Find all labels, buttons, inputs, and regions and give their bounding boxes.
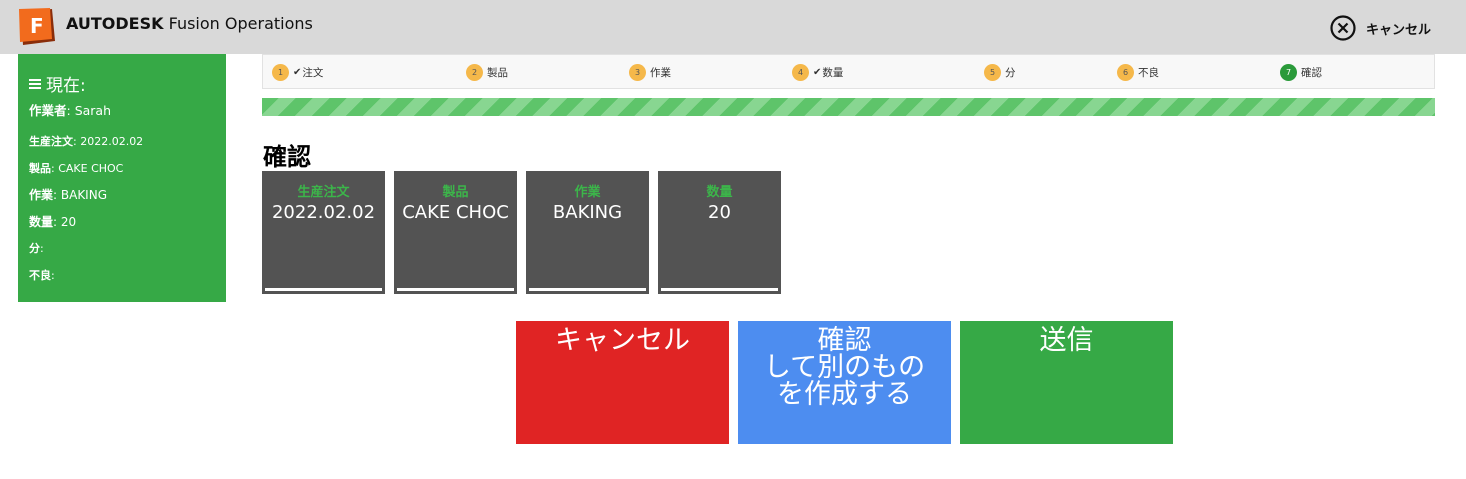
step-number: 1 xyxy=(272,64,289,81)
panel-title-text: 現在: xyxy=(46,76,86,96)
status-row-product: 製品: CAKE CHOC xyxy=(29,162,124,175)
step-label: 確認 xyxy=(1301,67,1322,79)
panel-title: 現在: xyxy=(29,71,86,96)
brand-product: Fusion Operations xyxy=(168,14,313,33)
submit-button-label: 送信 xyxy=(1039,325,1094,356)
top-bar: F AUTODESK Fusion Operations キャンセル xyxy=(0,0,1466,54)
close-circle-icon xyxy=(1330,15,1356,41)
step-number: 6 xyxy=(1117,64,1134,81)
header-cancel-label: キャンセル xyxy=(1366,22,1432,38)
checkmark-icon: ✔ xyxy=(813,67,822,78)
summary-card-product: 製品 CAKE CHOC xyxy=(394,171,517,294)
cancel-button[interactable]: キャンセル xyxy=(516,321,729,444)
current-status-panel: 現在: 作業者: Sarah 生産注文: 2022.02.02 製品: CAKE… xyxy=(18,54,226,302)
brand-autodesk: AUTODESK xyxy=(66,14,164,33)
checkmark-icon: ✔ xyxy=(293,67,302,78)
fusion-logo-icon: F xyxy=(19,8,55,45)
page-title: 確認 xyxy=(263,143,311,171)
status-key: 不良 xyxy=(29,269,51,282)
status-key: 製品 xyxy=(29,162,51,175)
status-key: 分 xyxy=(29,242,40,255)
card-value: CAKE CHOC xyxy=(402,202,509,223)
confirm-button-line3: を作成する xyxy=(777,379,912,410)
step-product[interactable]: 2 製品 xyxy=(466,64,508,81)
submit-button[interactable]: 送信 xyxy=(960,321,1173,444)
card-value: BAKING xyxy=(552,202,623,223)
progress-bar xyxy=(262,98,1435,116)
status-row-operator: 作業者: Sarah xyxy=(29,103,112,118)
summary-card-order: 生産注文 2022.02.02 xyxy=(262,171,385,294)
card-underline xyxy=(529,288,646,291)
card-value: 2022.02.02 xyxy=(271,202,376,223)
status-key: 数量 xyxy=(29,215,54,229)
step-operation[interactable]: 3 作業 xyxy=(629,64,671,81)
step-number: 7 xyxy=(1280,64,1297,81)
step-defects[interactable]: 6 不良 xyxy=(1117,64,1159,81)
status-value: BAKING xyxy=(60,188,107,202)
step-minutes[interactable]: 5 分 xyxy=(984,64,1016,81)
status-value: CAKE CHOC xyxy=(58,162,124,175)
status-row-minutes: 分: xyxy=(29,242,44,255)
step-number: 2 xyxy=(466,64,483,81)
cancel-button-label: キャンセル xyxy=(555,325,690,356)
status-row-order: 生産注文: 2022.02.02 xyxy=(29,135,144,148)
confirm-and-create-another-button[interactable]: 確認 して別のもの を作成する xyxy=(738,321,951,444)
step-label: 分 xyxy=(1005,67,1016,79)
app-title: AUTODESK Fusion Operations xyxy=(66,14,313,33)
status-key: 生産注文 xyxy=(29,135,73,148)
status-value: 20 xyxy=(60,215,77,229)
status-key: 作業 xyxy=(29,188,54,202)
confirm-button-line2: して別のもの xyxy=(763,352,926,383)
svg-text:F: F xyxy=(30,14,44,38)
card-underline xyxy=(265,288,382,291)
summary-card-quantity: 数量 20 xyxy=(658,171,781,294)
card-label: 製品 xyxy=(442,185,469,200)
step-quantity[interactable]: 4 ✔ 数量 xyxy=(792,64,843,81)
status-row-operation: 作業: BAKING xyxy=(29,188,107,202)
summary-card-operation: 作業 BAKING xyxy=(526,171,649,294)
status-key: 作業者 xyxy=(29,103,67,118)
step-confirm[interactable]: 7 確認 xyxy=(1280,64,1322,81)
card-label: 生産注文 xyxy=(297,185,350,200)
status-row-defects: 不良: xyxy=(29,269,55,282)
step-label: 数量 xyxy=(822,67,844,79)
status-value: Sarah xyxy=(74,103,112,118)
step-label: 注文 xyxy=(302,67,324,79)
status-row-quantity: 数量: 20 xyxy=(29,215,77,229)
confirm-button-line1: 確認 xyxy=(817,325,872,356)
card-label: 数量 xyxy=(706,185,733,200)
step-label: 不良 xyxy=(1138,67,1159,79)
step-order[interactable]: 1 ✔ 注文 xyxy=(272,64,323,81)
card-underline xyxy=(397,288,514,291)
card-value: 20 xyxy=(708,202,731,223)
step-number: 4 xyxy=(792,64,809,81)
menu-icon xyxy=(29,78,41,89)
step-label: 作業 xyxy=(650,67,671,79)
header-cancel-button[interactable]: キャンセル xyxy=(1330,14,1431,42)
step-label: 製品 xyxy=(487,67,508,79)
card-label: 作業 xyxy=(574,185,601,200)
card-underline xyxy=(661,288,778,291)
wizard-steps: 1 ✔ 注文 2 製品 3 作業 4 ✔ 数量 5 分 6 不良 7 確認 xyxy=(262,54,1435,89)
step-number: 5 xyxy=(984,64,1001,81)
step-number: 3 xyxy=(629,64,646,81)
status-value: 2022.02.02 xyxy=(80,135,144,148)
